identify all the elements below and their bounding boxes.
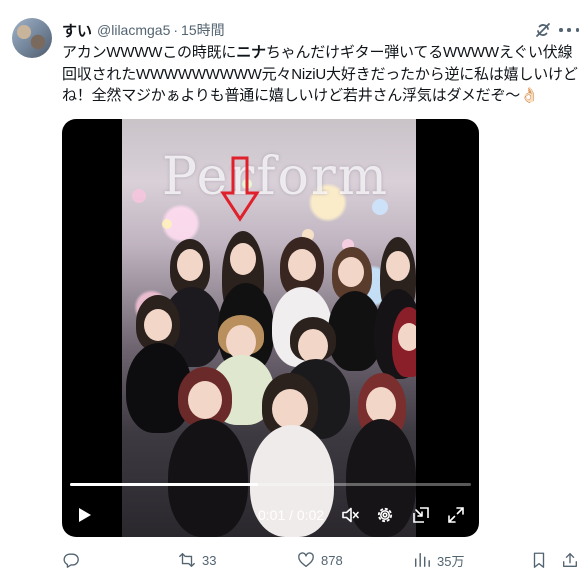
play-icon[interactable] xyxy=(74,505,94,525)
reply-icon xyxy=(63,553,79,568)
share-icon xyxy=(563,553,577,567)
settings-icon[interactable] xyxy=(375,505,395,525)
share-button[interactable] xyxy=(561,550,579,570)
avatar[interactable] xyxy=(12,18,52,58)
tweet-text-part-1: アカンWWWWこの時既に xyxy=(62,44,237,61)
retweet-icon xyxy=(179,553,195,567)
grok-icon[interactable] xyxy=(533,20,553,40)
separator-dot: · xyxy=(173,22,179,38)
tweet-card[interactable]: すい @lilacmga5 · 15時間 アカンWWWWこの時既にニナちゃんだけ… xyxy=(0,0,586,585)
red-arrow-annotation xyxy=(220,156,260,222)
like-button[interactable]: 878 xyxy=(297,550,343,570)
video-progress-fill xyxy=(70,483,259,486)
like-icon xyxy=(298,552,314,567)
tweet-timestamp[interactable]: 15時間 xyxy=(181,20,225,40)
tweet-action-bar: 33 878 35万 xyxy=(0,548,586,572)
video-controls: 0:01 / 0:02 xyxy=(62,497,479,533)
views-count: 35万 xyxy=(437,553,465,569)
retweet-count: 33 xyxy=(202,552,217,568)
bookmark-icon xyxy=(533,552,545,568)
author-display-name[interactable]: すい xyxy=(62,20,92,41)
tweet-emoji: 👌🏻 xyxy=(520,87,539,104)
pip-icon[interactable] xyxy=(411,505,431,525)
background-sign-text: Perform xyxy=(162,147,390,207)
tweet-text: アカンWWWWこの時既にニナちゃんだけギター弾いてるWWWWえぐい伏線回収された… xyxy=(62,42,580,107)
mute-icon[interactable] xyxy=(340,505,360,525)
video-time-readout: 0:01 / 0:02 xyxy=(258,507,325,523)
views-button[interactable]: 35万 xyxy=(413,550,464,570)
more-icon[interactable] xyxy=(559,22,579,38)
retweet-button[interactable]: 33 xyxy=(178,550,216,570)
like-count: 878 xyxy=(321,552,343,568)
video-progress-bar[interactable] xyxy=(70,483,471,486)
bookmark-button[interactable] xyxy=(530,550,548,570)
tweet-header: すい @lilacmga5 · 15時間 xyxy=(62,20,225,40)
views-icon xyxy=(414,552,430,568)
fullscreen-icon[interactable] xyxy=(446,505,466,525)
author-handle[interactable]: @lilacmga5 xyxy=(97,22,170,38)
reply-button[interactable] xyxy=(62,550,86,570)
video-player[interactable]: Perform 0:01 / 0:02 xyxy=(62,119,479,537)
tweet-text-bold: ニナ xyxy=(236,44,266,61)
video-frame[interactable]: Perform xyxy=(122,119,416,537)
